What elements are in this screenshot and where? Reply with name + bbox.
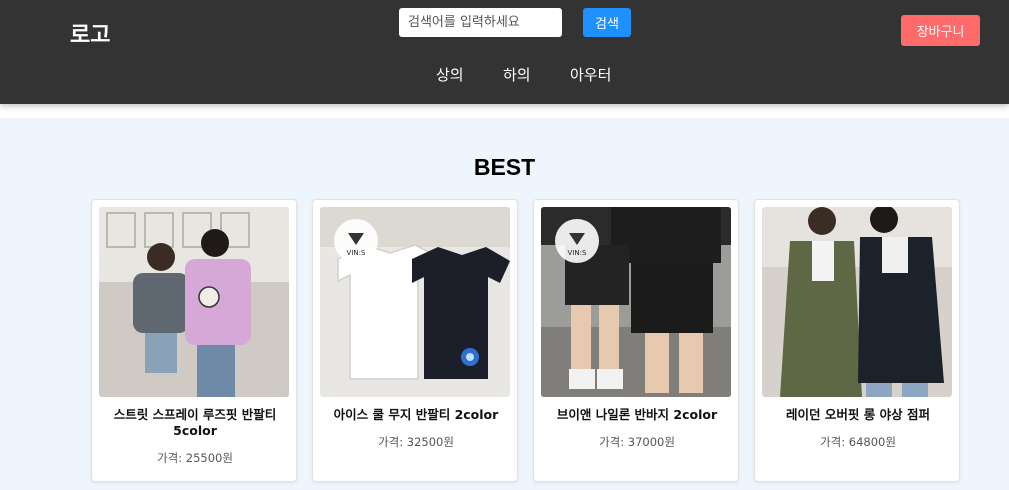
brand-badge-text: VIN:S [568,249,587,257]
product-card[interactable]: 스트릿 스프레이 루즈핏 반팔티 5color 가격: 25500원 [91,199,297,482]
search-input[interactable] [399,8,562,37]
product-name[interactable]: 아이스 쿨 무지 반팔티 2color [319,407,513,423]
product-card[interactable]: VIN:S 아이스 쿨 무지 반팔티 2color 가격: 32500원 [312,199,518,482]
category-nav: 상의 하의 아우터 [0,64,1009,86]
product-image[interactable] [99,207,289,397]
cart-button[interactable]: 장바구니 [901,15,980,46]
product-card[interactable]: VIN:S 브이앤 나일론 반바지 2color 가격: 37000원 [533,199,739,482]
product-image[interactable]: VIN:S [541,207,731,397]
nav-item-bottoms[interactable]: 하의 [503,64,531,85]
nav-item-outerwear[interactable]: 아우터 [570,64,611,85]
nav-item-tops[interactable]: 상의 [436,64,464,85]
logo[interactable]: 로고 [70,17,110,49]
product-image[interactable]: VIN:S [320,207,510,397]
product-image[interactable] [762,207,952,397]
product-name[interactable]: 스트릿 스프레이 루즈핏 반팔티 5color [98,407,292,439]
site-header: 로고 검색 장바구니 상의 하의 아우터 [0,0,1009,104]
product-price: 가격: 37000원 [599,435,675,449]
product-price: 가격: 25500원 [157,451,233,465]
search-button[interactable]: 검색 [583,8,631,37]
product-price: 가격: 32500원 [378,435,454,449]
product-name[interactable]: 레이던 오버핏 롱 야상 점퍼 [761,407,955,423]
product-name[interactable]: 브이앤 나일론 반바지 2color [540,407,734,423]
best-section: BEST 스트릿 스프레이 루즈핏 반팔티 5color 가격: 25500원 … [0,118,1009,490]
product-price: 가격: 64800원 [820,435,896,449]
product-card[interactable]: 레이던 오버핏 롱 야상 점퍼 가격: 64800원 [754,199,960,482]
brand-badge-text: VIN:S [347,249,366,257]
section-title: BEST [473,154,536,180]
